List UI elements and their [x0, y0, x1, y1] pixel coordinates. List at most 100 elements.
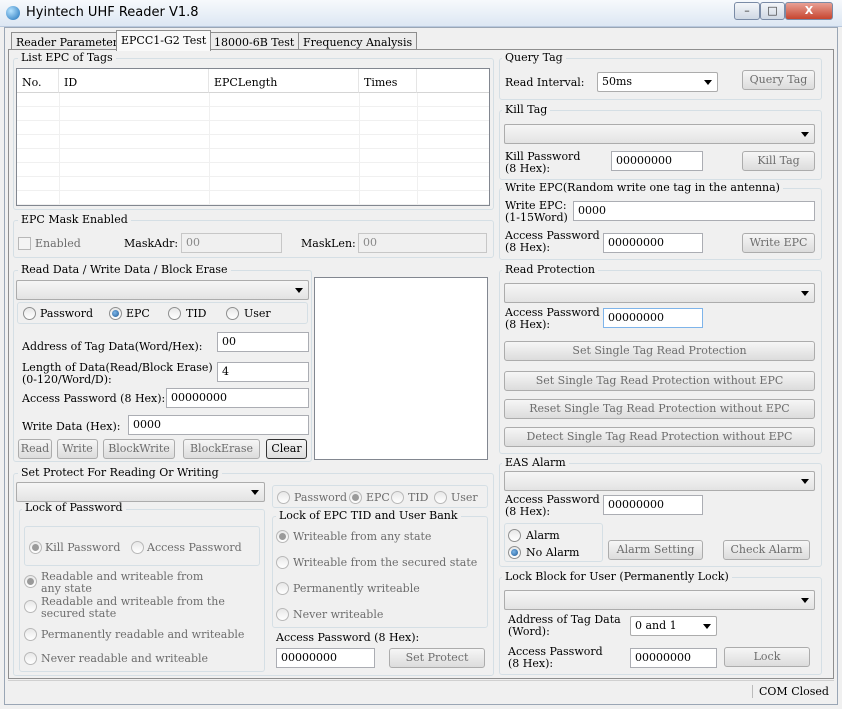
- write-button[interactable]: Write: [57, 439, 98, 459]
- protect-access-label: Access Password (8 Hex):: [276, 631, 420, 644]
- list-epc-title: List EPC of Tags: [18, 52, 116, 64]
- protect-radio-user[interactable]: [434, 491, 447, 504]
- write-epc-pw-input[interactable]: 00000000: [603, 233, 703, 253]
- read-protection-pw-input[interactable]: 00000000: [603, 308, 703, 328]
- pw-lock-radio-any-state[interactable]: [24, 575, 37, 588]
- lock-block-pw-label-2: (8 Hex):: [508, 657, 554, 670]
- protect-radio-tid[interactable]: [391, 491, 404, 504]
- lock-button[interactable]: Lock: [724, 647, 810, 667]
- detect-read-protection-no-epc-button[interactable]: Detect Single Tag Read Protection withou…: [504, 427, 815, 447]
- alarm-label: Alarm: [526, 529, 560, 542]
- column-header-id[interactable]: ID: [59, 69, 209, 93]
- maximize-button[interactable]: □: [760, 2, 785, 20]
- lock-block-title: Lock Block for User (Permanently Lock): [502, 571, 732, 583]
- rw-address-input[interactable]: 00: [217, 332, 309, 352]
- pw-lock-radio-secured[interactable]: [24, 600, 37, 613]
- access-password-radio[interactable]: [131, 541, 144, 554]
- write-epc-button[interactable]: Write EPC: [742, 233, 815, 253]
- mask-enabled-checkbox[interactable]: [18, 237, 31, 250]
- bank-lock-radio-secured[interactable]: [276, 556, 289, 569]
- chevron-down-icon: [295, 288, 303, 293]
- rw-write-input[interactable]: 0000: [128, 415, 309, 435]
- write-epc-title: Write EPC(Random write one tag in the an…: [502, 182, 783, 194]
- close-button[interactable]: X: [785, 2, 833, 20]
- block-write-button[interactable]: BlockWrite: [103, 439, 175, 459]
- rw-radio-user-label: User: [244, 307, 271, 320]
- read-button[interactable]: Read: [18, 439, 52, 459]
- mask-len-input[interactable]: 00: [358, 233, 487, 253]
- mask-adr-label: MaskAdr:: [124, 237, 179, 250]
- bank-lock-label-never: Never writeable: [293, 608, 384, 621]
- mask-adr-input[interactable]: 00: [181, 233, 282, 253]
- rw-radio-tid[interactable]: [168, 307, 181, 320]
- rw-access-label: Access Password (8 Hex):: [22, 392, 166, 405]
- rw-length-label-2: (0-120/Word/D):: [22, 373, 112, 386]
- read-protection-select[interactable]: [504, 283, 815, 303]
- tab-reader-parameter[interactable]: Reader Parameter: [11, 32, 124, 50]
- bank-lock-radio-never[interactable]: [276, 608, 289, 621]
- rw-radio-tid-label: TID: [186, 307, 207, 320]
- set-protect-button[interactable]: Set Protect: [389, 648, 485, 668]
- block-erase-button[interactable]: BlockErase: [183, 439, 260, 459]
- bank-lock-radio-any-state[interactable]: [276, 530, 289, 543]
- tab-frequency-analysis[interactable]: Frequency Analysis: [298, 32, 418, 50]
- column-header-times[interactable]: Times: [359, 69, 417, 93]
- write-epc-input[interactable]: 0000: [573, 201, 815, 221]
- column-header-no[interactable]: No.: [17, 69, 59, 93]
- lock-block-pw-input[interactable]: 00000000: [630, 648, 717, 668]
- pw-lock-radio-permanent[interactable]: [24, 628, 37, 641]
- chevron-down-icon: [704, 80, 712, 85]
- rw-address-label: Address of Tag Data(Word/Hex):: [22, 340, 203, 353]
- protect-radio-epc[interactable]: [349, 491, 362, 504]
- rw-length-input[interactable]: 4: [217, 362, 309, 382]
- pw-lock-label-any-state-2: any state: [41, 582, 92, 595]
- lock-password-title: Lock of Password: [22, 502, 126, 514]
- reset-read-protection-no-epc-button[interactable]: Reset Single Tag Read Protection without…: [504, 399, 815, 419]
- lock-block-tag-select[interactable]: [504, 590, 815, 610]
- chevron-down-icon: [251, 490, 259, 495]
- chevron-down-icon: [801, 598, 809, 603]
- eas-pw-input[interactable]: 00000000: [603, 495, 703, 515]
- kill-tag-title: Kill Tag: [502, 104, 551, 116]
- clear-button[interactable]: Clear: [266, 439, 307, 459]
- eas-tag-select[interactable]: [504, 471, 815, 491]
- alarm-setting-button[interactable]: Alarm Setting: [608, 540, 703, 560]
- kill-password-radio[interactable]: [29, 541, 42, 554]
- bank-lock-radio-permanent[interactable]: [276, 582, 289, 595]
- query-tag-title: Query Tag: [502, 52, 566, 64]
- read-write-title: Read Data / Write Data / Block Erase: [18, 264, 231, 276]
- read-protection-title: Read Protection: [502, 264, 598, 276]
- kill-password-label: Kill Password: [45, 541, 121, 554]
- bank-lock-label-secured: Writeable from the secured state: [293, 556, 478, 569]
- rw-tag-select[interactable]: [16, 280, 309, 300]
- protect-access-input[interactable]: 00000000: [276, 648, 375, 668]
- set-read-protection-button[interactable]: Set Single Tag Read Protection: [504, 341, 815, 361]
- protect-radio-password-label: Password: [294, 491, 348, 504]
- tab-epcc1-g2-test[interactable]: EPCC1-G2 Test: [116, 30, 212, 51]
- chevron-down-icon: [801, 479, 809, 484]
- pw-lock-radio-never[interactable]: [24, 652, 37, 665]
- query-tag-button[interactable]: Query Tag: [742, 70, 815, 90]
- tag-list-grid[interactable]: No. ID EPCLength Times: [16, 68, 490, 206]
- alarm-radio[interactable]: [508, 529, 521, 542]
- rw-radio-password[interactable]: [23, 307, 36, 320]
- write-epc-label-2: (1-15Word): [505, 211, 568, 224]
- rw-radio-user[interactable]: [226, 307, 239, 320]
- lock-block-addr-select[interactable]: 0 and 1: [630, 616, 717, 636]
- kill-password-label-2: (8 Hex):: [505, 162, 551, 175]
- tab-18000-6b-test[interactable]: 18000-6B Test: [209, 32, 300, 50]
- minimize-button[interactable]: –: [734, 2, 760, 20]
- check-alarm-button[interactable]: Check Alarm: [723, 540, 810, 560]
- column-header-epclength[interactable]: EPCLength: [209, 69, 359, 93]
- read-data-list[interactable]: [314, 277, 488, 460]
- kill-tag-button[interactable]: Kill Tag: [742, 151, 815, 171]
- protect-tag-select[interactable]: [16, 482, 265, 502]
- read-interval-select[interactable]: 50ms: [597, 72, 718, 92]
- kill-tag-select[interactable]: [504, 124, 815, 144]
- set-read-protection-no-epc-button[interactable]: Set Single Tag Read Protection without E…: [504, 371, 815, 391]
- kill-password-input[interactable]: 00000000: [611, 151, 703, 171]
- rw-radio-epc[interactable]: [109, 307, 122, 320]
- no-alarm-radio[interactable]: [508, 546, 521, 559]
- rw-access-input[interactable]: 00000000: [166, 388, 309, 408]
- protect-radio-password[interactable]: [277, 491, 290, 504]
